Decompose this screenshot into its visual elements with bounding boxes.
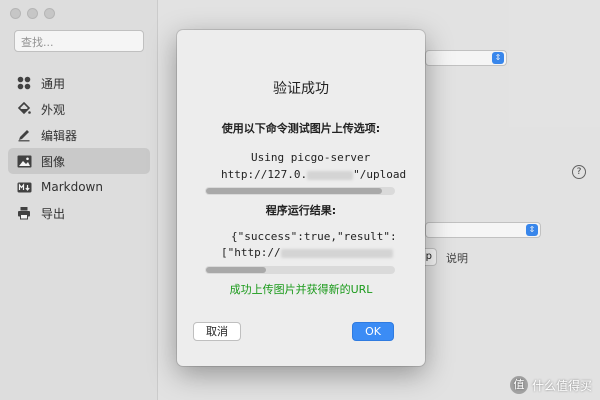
result-line-1: {"success":true,"result": (231, 230, 397, 243)
cancel-button[interactable]: 取消 (193, 322, 241, 341)
command-line-1: Using picgo-server (251, 151, 371, 164)
dialog-prompt: 使用以下命令测试图片上传选项: (221, 122, 381, 135)
success-message: 成功上传图片并获得新的URL (229, 283, 373, 296)
redacted-ip (307, 170, 354, 180)
watermark-text: 什么值得买 (531, 378, 592, 393)
redacted-url (280, 248, 393, 258)
command-line-2: http://127.0. "/upload (221, 168, 406, 181)
dialog-title: 验证成功 (273, 81, 329, 97)
watermark: 值 什么值得买 (509, 376, 592, 394)
result-scrollbar[interactable] (205, 266, 395, 274)
ok-button[interactable]: OK (352, 322, 394, 341)
scrollbar-thumb[interactable] (206, 267, 266, 273)
scrollbar-thumb[interactable] (206, 188, 382, 194)
result-line-2: ["http:// (221, 246, 393, 259)
command-url-start: http://127.0. (221, 168, 308, 181)
command-scrollbar[interactable] (205, 187, 395, 195)
result-url-start: ["http:// (221, 246, 281, 259)
command-url-end: "/upload (353, 168, 407, 181)
upload-test-dialog: 验证成功 使用以下命令测试图片上传选项: Using picgo-server … (177, 30, 425, 366)
watermark-logo: 值 (509, 376, 528, 394)
result-label: 程序运行结果: (265, 204, 337, 217)
